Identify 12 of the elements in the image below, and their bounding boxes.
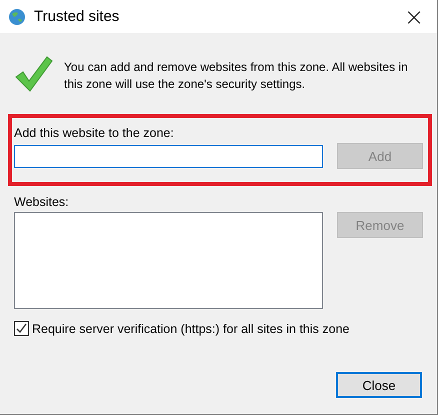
list-label: Websites:: [14, 195, 70, 209]
checkbox[interactable]: [14, 321, 29, 336]
checkmark-icon: [14, 55, 54, 93]
field-label: Add this website to the zone:: [14, 126, 175, 140]
close-button[interactable]: ×: [391, 0, 437, 33]
globe-icon: [8, 8, 26, 26]
window-title: Trusted sites: [34, 8, 120, 25]
websites-list[interactable]: [14, 212, 323, 309]
checkbox-label: Require server verification (https:) for all sites in this zone: [32, 322, 350, 336]
description-text: You can add and remove websites from this zone. All websites in this zone will use the zone's security settings.: [64, 59, 409, 93]
website-input-field[interactable]: [14, 144, 323, 168]
close-dialog-button[interactable]: Close: [336, 372, 422, 398]
